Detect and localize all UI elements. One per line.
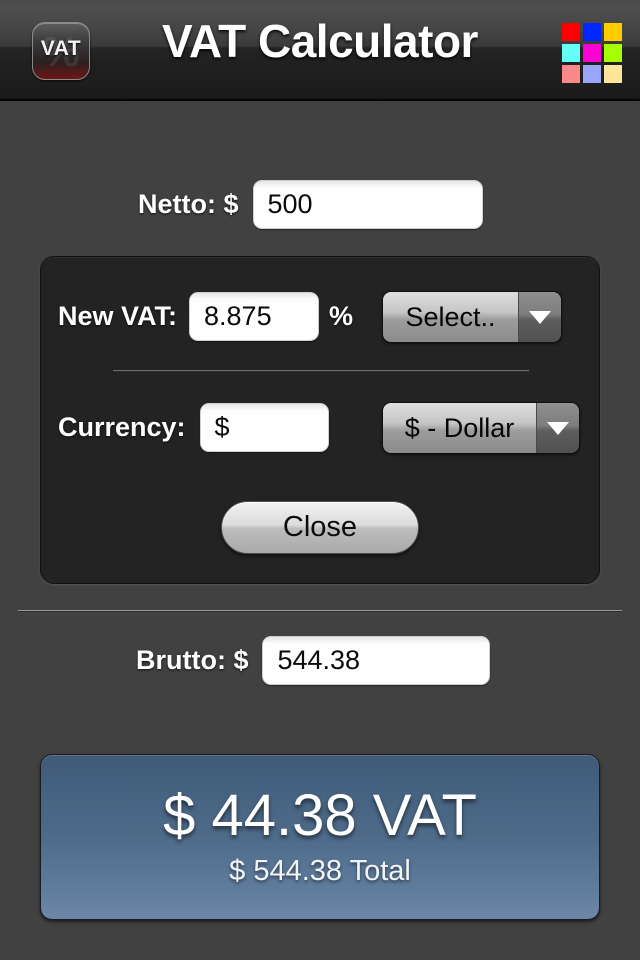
color-swatch xyxy=(562,23,580,41)
netto-row: Netto: $ 500 xyxy=(138,180,483,229)
netto-input[interactable]: 500 xyxy=(252,180,483,229)
color-swatch xyxy=(562,44,580,62)
color-swatch xyxy=(583,23,601,41)
currency-symbol-input[interactable]: $ xyxy=(199,403,329,452)
netto-label: Netto: $ xyxy=(138,189,239,219)
chevron-down-icon xyxy=(536,403,579,453)
currency-dropdown-label: $ - Dollar xyxy=(383,403,536,453)
currency-row: Currency: $ xyxy=(58,403,329,452)
vat-preset-dropdown[interactable]: Select.. xyxy=(382,291,562,343)
color-swatch xyxy=(604,23,622,41)
brutto-input[interactable]: 544.38 xyxy=(262,636,491,685)
section-divider xyxy=(18,610,622,612)
page-title: VAT Calculator xyxy=(162,15,478,67)
result-vat-amount: $ 44.38 VAT xyxy=(163,783,477,849)
chevron-down-icon xyxy=(518,292,561,342)
panel-divider xyxy=(113,370,529,372)
currency-dropdown[interactable]: $ - Dollar xyxy=(382,402,580,454)
new-vat-input[interactable]: 8.875 xyxy=(189,292,320,341)
result-panel: $ 44.38 VAT $ 544.38 Total xyxy=(40,754,600,920)
app-header: % VAT VAT Calculator xyxy=(0,0,640,101)
color-swatch xyxy=(583,65,601,83)
color-swatch xyxy=(604,44,622,62)
brutto-label: Brutto: $ xyxy=(136,645,249,675)
new-vat-row: New VAT: 8.875 % xyxy=(58,292,353,341)
color-grid-icon[interactable] xyxy=(562,23,622,83)
app-root: % VAT VAT Calculator Netto: $ 500 New VA… xyxy=(0,0,640,960)
color-swatch xyxy=(562,65,580,83)
currency-label: Currency: xyxy=(58,412,186,442)
color-swatch xyxy=(604,65,622,83)
brutto-row: Brutto: $ 544.38 xyxy=(136,636,491,685)
color-swatch xyxy=(583,44,601,62)
result-total-amount: $ 544.38 Total xyxy=(229,854,411,887)
vat-preset-dropdown-label: Select.. xyxy=(383,292,518,342)
close-button[interactable]: Close xyxy=(221,501,419,554)
percent-label: % xyxy=(329,301,354,331)
new-vat-label: New VAT: xyxy=(58,301,178,331)
